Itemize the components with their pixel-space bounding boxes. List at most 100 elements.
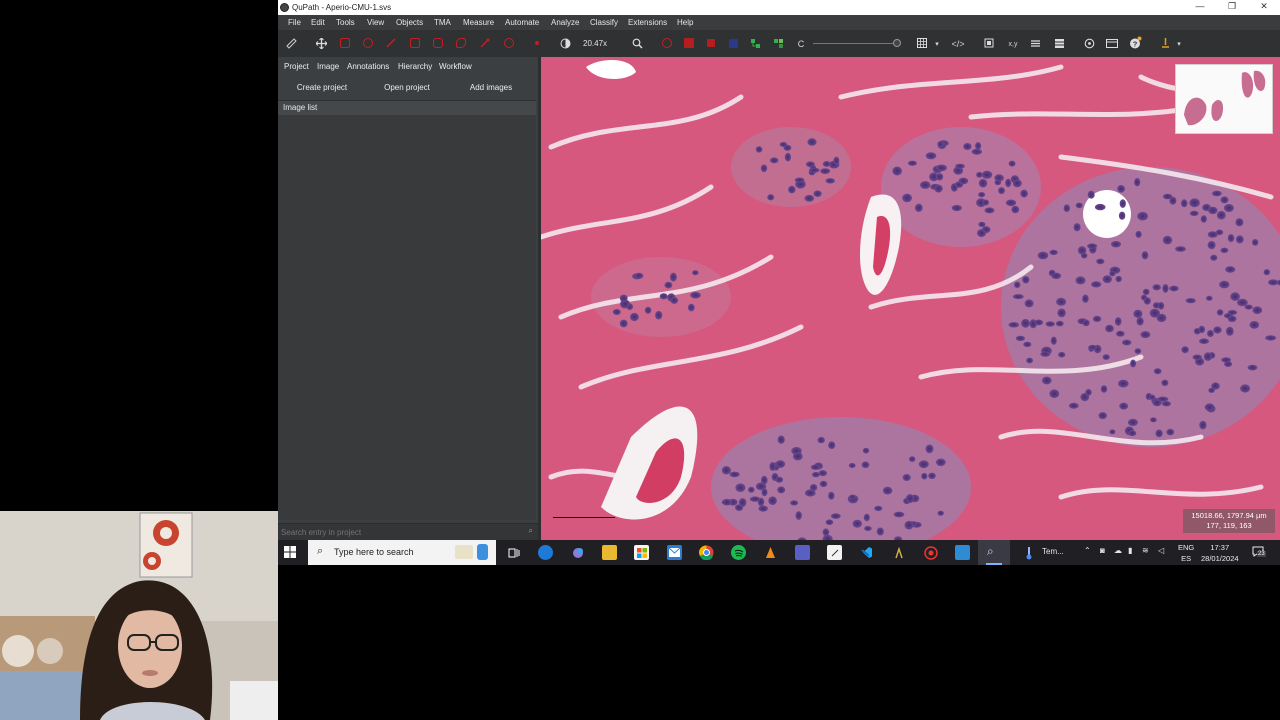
task-view-icon[interactable] (506, 545, 521, 560)
menu-file[interactable]: File (288, 18, 301, 27)
microphone-icon[interactable]: ▮ (1128, 546, 1132, 555)
rectangle-tool-icon[interactable] (338, 36, 352, 50)
teams-icon[interactable] (795, 545, 810, 560)
project-search-input[interactable] (281, 526, 516, 538)
points-alt-icon[interactable] (530, 36, 544, 50)
microsoft-store-icon[interactable] (634, 545, 649, 560)
show-names-icon[interactable] (704, 36, 718, 50)
menu-edit[interactable]: Edit (311, 18, 325, 27)
mail-icon[interactable] (667, 545, 682, 560)
grid-dropdown-icon[interactable]: ▾ (930, 37, 944, 51)
selection-mode-icon[interactable] (982, 36, 996, 50)
menu-view[interactable]: View (367, 18, 384, 27)
polyline-tool-icon[interactable] (431, 36, 445, 50)
xy-coordinates-button[interactable]: x,y (1004, 37, 1022, 51)
search-options-icon[interactable]: ⌕ (529, 526, 533, 536)
show-pixel-classification-icon[interactable] (771, 36, 785, 50)
copilot-icon[interactable] (570, 545, 585, 560)
notepad-icon[interactable] (827, 545, 842, 560)
cell-nucleus (1249, 321, 1260, 329)
cell-nucleus (864, 526, 872, 531)
tab-annotations[interactable]: Annotations (347, 62, 389, 71)
thermometer-icon[interactable] (1021, 545, 1036, 560)
zoom-to-fit-icon[interactable] (630, 36, 644, 50)
tab-project[interactable]: Project (284, 62, 309, 71)
show-annotations-icon[interactable] (660, 36, 674, 50)
menu-extensions[interactable]: Extensions (628, 18, 667, 27)
camera-icon[interactable]: ◙ (1100, 546, 1105, 555)
wand-tool-icon[interactable] (478, 36, 492, 50)
counter-label[interactable]: C (794, 37, 808, 51)
ruler-icon[interactable] (284, 36, 298, 50)
menu-help[interactable]: Help (677, 18, 693, 27)
show-tma-icon[interactable] (726, 36, 740, 50)
ellipse-tool-icon[interactable] (361, 36, 375, 50)
photos-icon[interactable] (955, 545, 970, 560)
minimize-button[interactable]: — (1192, 1, 1208, 13)
windows-start-icon[interactable] (284, 546, 296, 558)
wifi-icon[interactable]: ≋ (1142, 546, 1149, 555)
menu-tma[interactable]: TMA (434, 18, 451, 27)
fill-annotations-icon[interactable] (682, 36, 696, 50)
measurement-table-icon[interactable] (1105, 36, 1119, 50)
image-viewer[interactable]: 15018.66, 1797.94 µm 177, 119, 163 (541, 57, 1280, 540)
cell-nucleus (863, 513, 870, 522)
cell-nucleus (777, 486, 786, 494)
menu-measure[interactable]: Measure (463, 18, 494, 27)
recorder-icon[interactable] (923, 545, 938, 560)
file-explorer-icon[interactable] (602, 545, 617, 560)
restore-button[interactable]: ❐ (1224, 1, 1240, 13)
open-project-button[interactable]: Open project (367, 79, 447, 95)
cursor-coordinates: 15018.66, 1797.94 µm 177, 119, 163 (1183, 509, 1275, 533)
line-tool-icon[interactable] (384, 36, 398, 50)
chrome-icon[interactable] (699, 545, 714, 560)
language-indicator[interactable]: ENG ES (1178, 542, 1194, 564)
tray-chevron-icon[interactable]: ⌃ (1084, 546, 1091, 555)
menu-analyze[interactable]: Analyze (551, 18, 579, 27)
script-icon[interactable]: </> (949, 37, 967, 51)
tab-image[interactable]: Image (317, 62, 339, 71)
vlc-icon[interactable] (763, 545, 778, 560)
cell-nucleus (1045, 321, 1055, 327)
brightness-bars-icon[interactable] (1028, 36, 1042, 50)
taskbar-clock[interactable]: 17:37 28/01/2024 (1201, 542, 1239, 564)
log-icon[interactable] (1158, 36, 1172, 50)
edge-icon[interactable] (538, 545, 553, 560)
tab-hierarchy[interactable]: Hierarchy (398, 62, 432, 71)
settings-icon[interactable] (1082, 36, 1096, 50)
speaker-icon[interactable]: ◁ (1158, 546, 1164, 555)
menu-automate[interactable]: Automate (505, 18, 539, 27)
vscode-icon[interactable] (859, 545, 874, 560)
opacity-slider-knob[interactable] (893, 39, 901, 47)
spotify-icon[interactable] (731, 545, 746, 560)
qupath-taskbar-active[interactable]: ⌕ (978, 540, 1010, 565)
move-icon[interactable] (314, 36, 328, 50)
show-detections-icon[interactable] (748, 36, 762, 50)
weather-label[interactable]: Tem... (1042, 547, 1064, 556)
log-dropdown-icon[interactable]: ▾ (1172, 37, 1186, 51)
image-list[interactable] (278, 115, 536, 520)
add-images-button[interactable]: Add images (451, 79, 531, 95)
cell-nucleus (738, 498, 747, 507)
image-list-header[interactable]: Image list (278, 100, 536, 116)
cloud-icon[interactable]: ☁ (1114, 546, 1122, 555)
cell-nucleus (928, 472, 936, 479)
tab-workflow[interactable]: Workflow (439, 62, 472, 71)
taskbar-search-box[interactable]: ⌕ Type here to search (308, 540, 496, 565)
help-icon[interactable]: ? (1128, 36, 1142, 50)
brightness-contrast-icon[interactable] (558, 36, 572, 50)
opacity-slider[interactable] (813, 43, 893, 44)
menu-tools[interactable]: Tools (336, 18, 355, 27)
polygon-tool-icon[interactable] (408, 36, 422, 50)
list-icon[interactable] (1052, 36, 1066, 50)
points-tool-icon[interactable] (502, 36, 516, 50)
grid-icon[interactable] (916, 36, 930, 50)
overview-thumbnail[interactable] (1175, 64, 1273, 134)
notification-center-icon[interactable]: 23 (1252, 546, 1266, 558)
close-button[interactable]: ✕ (1256, 1, 1272, 13)
menu-classify[interactable]: Classify (590, 18, 618, 27)
brush-tool-icon[interactable] (454, 36, 468, 50)
menu-objects[interactable]: Objects (396, 18, 423, 27)
paint-icon[interactable] (891, 545, 906, 560)
create-project-button[interactable]: Create project (282, 79, 362, 95)
